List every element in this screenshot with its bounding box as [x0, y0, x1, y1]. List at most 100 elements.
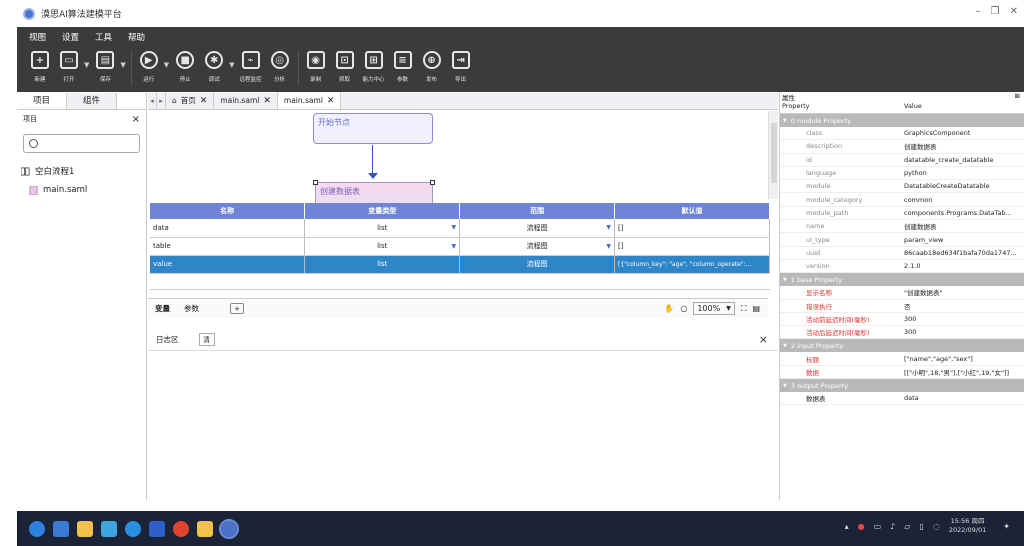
- open-button[interactable]: ▭ 打开: [56, 47, 82, 83]
- minimap-icon[interactable]: ▤: [752, 304, 760, 313]
- tab-home[interactable]: ⌂ 首页 ✕: [166, 92, 215, 109]
- task-view-icon[interactable]: [53, 520, 69, 537]
- cell-default[interactable]: [{"column_key": "age", "column_operate":…: [614, 255, 770, 274]
- property-row[interactable]: 活动前延迟时间(毫秒) 300: [780, 313, 1024, 327]
- property-value[interactable]: GraphicsComponent: [900, 129, 1024, 137]
- cell-default[interactable]: []: [614, 219, 770, 238]
- property-row[interactable]: class GraphicsComponent: [780, 127, 1024, 141]
- tree-item-flow[interactable]: 空白流程1: [17, 159, 146, 177]
- property-value[interactable]: 300: [900, 328, 1024, 336]
- save-button[interactable]: ▤ 保存: [92, 47, 118, 83]
- start-menu-icon[interactable]: [29, 520, 45, 537]
- tab-params[interactable]: 参数: [177, 303, 206, 314]
- stop-button[interactable]: ■ 停止: [172, 47, 198, 83]
- menu-settings[interactable]: 设置: [62, 31, 79, 43]
- file-explorer-icon[interactable]: [77, 520, 93, 537]
- collapse-icon[interactable]: ▼: [783, 383, 787, 389]
- property-value[interactable]: ["name","age","sex"]: [900, 355, 1024, 363]
- dropdown-arrow-icon[interactable]: ▼: [606, 243, 611, 250]
- close-panel-icon[interactable]: ×: [132, 114, 140, 125]
- property-row[interactable]: 数据表 data: [780, 392, 1024, 406]
- cell-name[interactable]: value: [150, 255, 306, 274]
- antivirus-icon[interactable]: ●: [858, 522, 865, 531]
- property-value[interactable]: DatatableCreateDatatable: [900, 182, 1024, 190]
- table-row[interactable]: table list ▼ 流程图 ▼ []: [150, 237, 770, 256]
- cell-scope[interactable]: 流程图 ▼: [459, 219, 615, 238]
- property-row[interactable]: language python: [780, 167, 1024, 181]
- cell-scope[interactable]: 流程图 ▼: [459, 237, 615, 256]
- menu-view[interactable]: 视图: [29, 31, 46, 43]
- hand-tool-icon[interactable]: ✋: [664, 304, 674, 313]
- notification-icon[interactable]: ✦: [1003, 522, 1010, 531]
- property-row[interactable]: 显示名称 "创建数据表": [780, 286, 1024, 300]
- network-icon[interactable]: ▱: [904, 522, 910, 531]
- volume-icon[interactable]: ♪: [890, 522, 895, 531]
- tabs-scroll-left-icon[interactable]: ◂: [148, 92, 157, 109]
- close-log-icon[interactable]: ×: [759, 333, 768, 346]
- cell-type[interactable]: list ▼: [304, 219, 461, 238]
- menu-help[interactable]: 帮助: [128, 31, 145, 43]
- resize-handle[interactable]: [430, 180, 435, 185]
- property-row[interactable]: version 2.1.0: [780, 260, 1024, 274]
- property-row[interactable]: module_category common: [780, 193, 1024, 207]
- close-tab-icon[interactable]: ✕: [200, 96, 208, 106]
- cell-name[interactable]: data: [150, 219, 306, 238]
- store-icon[interactable]: [101, 520, 117, 537]
- panel-float-icon[interactable]: ⊠: [1015, 92, 1020, 102]
- project-search-input[interactable]: [23, 134, 140, 153]
- clear-log-button[interactable]: 清: [198, 333, 215, 346]
- chat-icon[interactable]: ▭: [874, 522, 882, 531]
- debug-dropdown-icon[interactable]: ▼: [229, 61, 234, 69]
- zoom-select[interactable]: 100% ▼: [693, 302, 735, 315]
- cell-default[interactable]: []: [614, 237, 770, 256]
- property-row[interactable]: 数据 [["小明",18,"男"],["小红",19,"女"]]: [780, 366, 1024, 380]
- close-tab-icon[interactable]: ✕: [327, 96, 335, 106]
- dropdown-arrow-icon[interactable]: ▼: [452, 224, 457, 231]
- close-tab-icon[interactable]: ✕: [263, 96, 271, 106]
- edge-browser-icon[interactable]: [125, 520, 141, 537]
- property-row[interactable]: 错误执行 否: [780, 300, 1024, 313]
- property-row[interactable]: description 创建数据表: [780, 140, 1024, 154]
- folder-icon[interactable]: [197, 520, 213, 537]
- property-row[interactable]: module DatatableCreateDatatable: [780, 180, 1024, 194]
- flow-canvas[interactable]: 开始节点 创建数据表: [148, 111, 768, 214]
- open-dropdown-icon[interactable]: ▼: [84, 61, 89, 69]
- record-button[interactable]: ◉ 录制: [303, 47, 329, 83]
- collapse-icon[interactable]: ▼: [783, 277, 787, 283]
- tabs-scroll-right-icon[interactable]: ▸: [157, 92, 166, 109]
- property-row[interactable]: id datatable_create_datatable: [780, 154, 1024, 167]
- menu-tools[interactable]: 工具: [95, 31, 112, 43]
- property-section-header[interactable]: ▼ 3 output Property: [780, 379, 1024, 393]
- clock[interactable]: 15:56 周四 2022/09/01: [949, 517, 986, 535]
- export-button[interactable]: ⇥ 导出: [448, 47, 474, 83]
- tree-item-file[interactable]: main.saml: [17, 177, 146, 195]
- scrollbar-thumb[interactable]: [771, 123, 777, 183]
- property-value[interactable]: 300: [900, 315, 1024, 323]
- cell-type[interactable]: list ▼: [304, 237, 461, 256]
- word-icon[interactable]: [149, 520, 165, 537]
- dropdown-arrow-icon[interactable]: ▼: [606, 224, 611, 231]
- fit-screen-icon[interactable]: ⛶: [741, 304, 747, 314]
- debug-button[interactable]: ✱ 调试: [201, 47, 227, 83]
- add-variable-button[interactable]: +: [230, 303, 244, 314]
- battery-icon[interactable]: ▯: [919, 522, 923, 531]
- restore-icon[interactable]: ❐: [991, 6, 1000, 17]
- property-row[interactable]: name 创建数据表: [780, 220, 1024, 234]
- collapse-icon[interactable]: ▼: [783, 118, 787, 124]
- run-button[interactable]: ▶ 运行: [136, 47, 162, 83]
- zoom-icon[interactable]: ○: [680, 304, 687, 313]
- tab-variables[interactable]: 变量: [148, 303, 177, 314]
- params-button[interactable]: ≡ 参数: [390, 47, 416, 83]
- tab-main-saml-1[interactable]: main.saml ✕: [214, 92, 278, 109]
- property-value[interactable]: datatable_create_datatable: [900, 156, 1024, 164]
- collapse-icon[interactable]: ▼: [783, 343, 787, 349]
- property-section-header[interactable]: ▼ 2 input Property: [780, 339, 1024, 353]
- cell-name[interactable]: table: [150, 237, 306, 256]
- property-row[interactable]: 活动后延迟时间(毫秒) 300: [780, 326, 1024, 340]
- remote-monitor-button[interactable]: ⌁ 远程监控: [238, 47, 264, 83]
- tab-components[interactable]: 组件: [67, 93, 117, 109]
- dropdown-arrow-icon[interactable]: ▼: [452, 243, 457, 250]
- property-row[interactable]: uuid 86caab18ed634f1bafa70da1747...: [780, 247, 1024, 260]
- property-value[interactable]: components.Programs.DataTab...: [900, 209, 1024, 217]
- save-dropdown-icon[interactable]: ▼: [120, 61, 125, 69]
